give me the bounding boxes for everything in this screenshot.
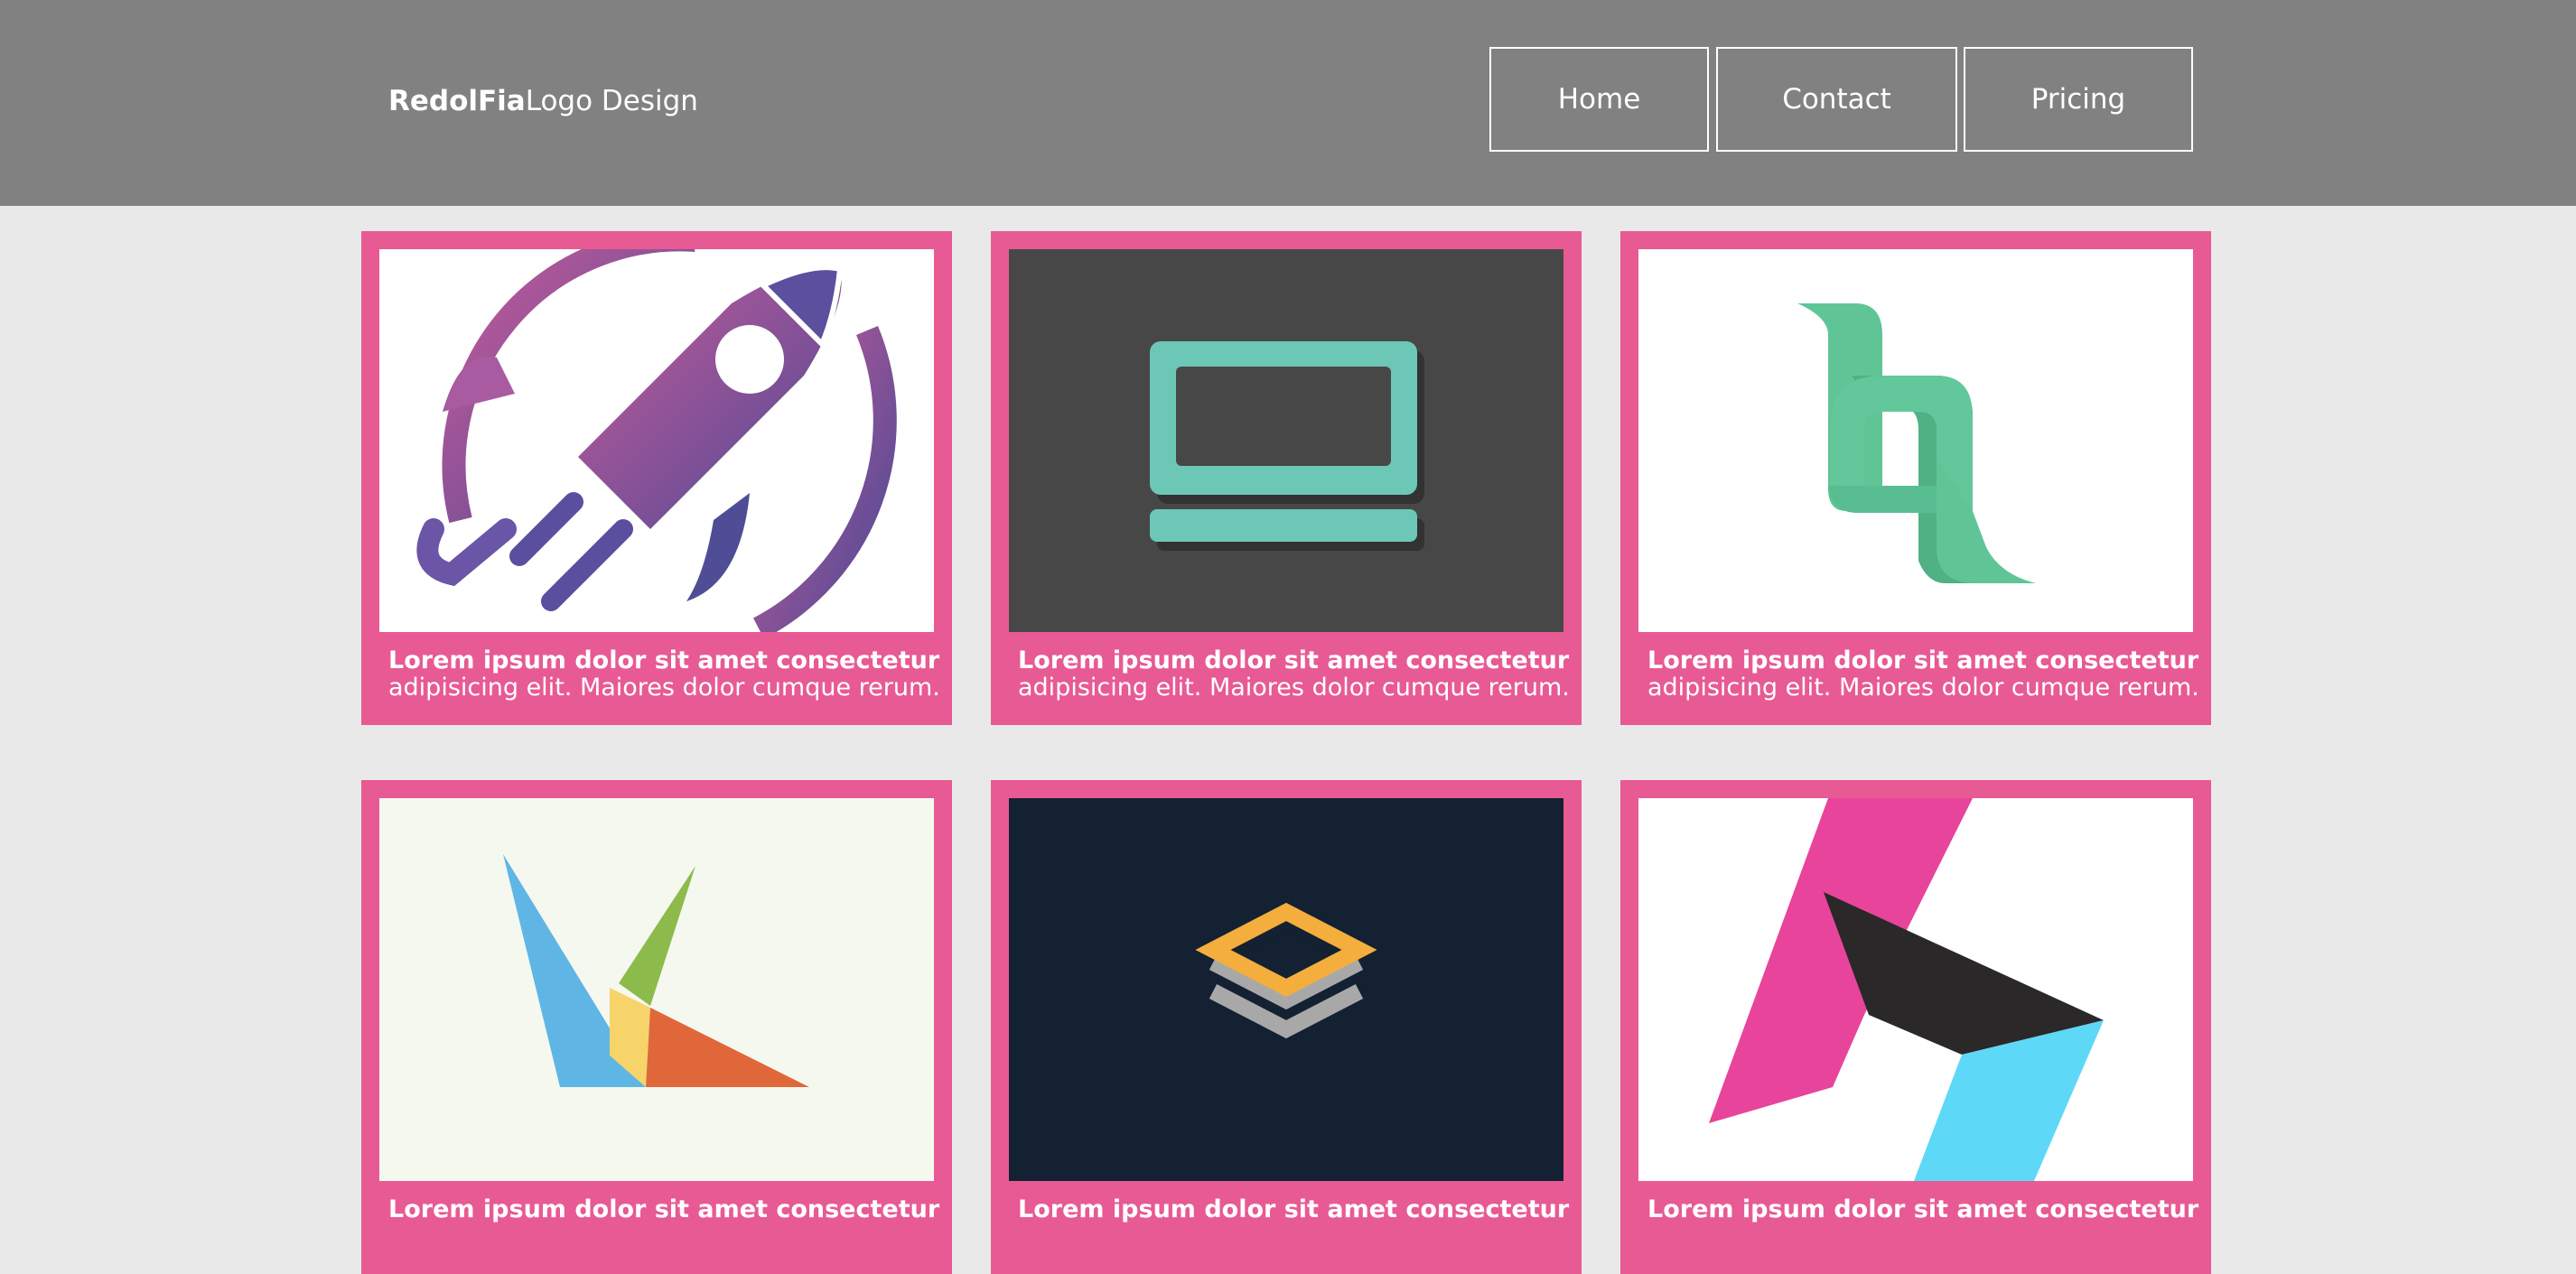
- card-title: Lorem ipsum dolor sit amet consectetur: [388, 1195, 940, 1223]
- card-caption: Lorem ipsum dolor sit amet consectetur: [1647, 1195, 2199, 1223]
- card-description: adipisicing elit. Maiores dolor cumque r…: [388, 674, 940, 702]
- nav-contact-button[interactable]: Contact: [1716, 47, 1957, 152]
- stacked-chevrons-logo-image: [1009, 798, 1563, 1181]
- ribbon-letter-logo-image: [1638, 249, 2193, 632]
- rocket-logo-image: [379, 249, 934, 632]
- bird-triangles-logo-image: [379, 798, 934, 1181]
- folded-h-logo-image: [1638, 798, 2193, 1181]
- card-caption: Lorem ipsum dolor sit amet consectetur: [1018, 1195, 1570, 1223]
- card-title: Lorem ipsum dolor sit amet consectetur: [1647, 646, 2199, 674]
- card-title: Lorem ipsum dolor sit amet consectetur: [1018, 1195, 1570, 1223]
- laptop-logo-image: [1009, 249, 1563, 632]
- nav-pricing-button[interactable]: Pricing: [1964, 47, 2193, 152]
- portfolio-card[interactable]: Lorem ipsum dolor sit amet consectetur: [1620, 780, 2211, 1274]
- portfolio-card[interactable]: Lorem ipsum dolor sit amet consectetur a…: [361, 231, 952, 725]
- card-caption: Lorem ipsum dolor sit amet consectetur a…: [388, 646, 940, 702]
- card-title: Lorem ipsum dolor sit amet consectetur: [388, 646, 940, 674]
- brand-logo[interactable]: RedolFiaLogo Design: [388, 81, 698, 121]
- portfolio-card[interactable]: Lorem ipsum dolor sit amet consectetur: [991, 780, 1582, 1274]
- card-title: Lorem ipsum dolor sit amet consectetur: [1647, 1195, 2199, 1223]
- card-caption: Lorem ipsum dolor sit amet consectetur a…: [1647, 646, 2199, 702]
- nav-home-button[interactable]: Home: [1489, 47, 1709, 152]
- card-description: adipisicing elit. Maiores dolor cumque r…: [1018, 674, 1570, 702]
- portfolio-card[interactable]: Lorem ipsum dolor sit amet consectetur: [361, 780, 952, 1274]
- portfolio-card[interactable]: Lorem ipsum dolor sit amet consectetur a…: [991, 231, 1582, 725]
- card-caption: Lorem ipsum dolor sit amet consectetur a…: [1018, 646, 1570, 702]
- card-title: Lorem ipsum dolor sit amet consectetur: [1018, 646, 1570, 674]
- card-description: adipisicing elit. Maiores dolor cumque r…: [1647, 674, 2199, 702]
- portfolio-card[interactable]: Lorem ipsum dolor sit amet consectetur a…: [1620, 231, 2211, 725]
- brand-name-rest: Logo Design: [525, 85, 698, 117]
- brand-name-bold: RedolFia: [388, 85, 526, 117]
- site-header: RedolFiaLogo Design Home Contact Pricing: [0, 0, 2576, 206]
- card-caption: Lorem ipsum dolor sit amet consectetur: [388, 1195, 940, 1223]
